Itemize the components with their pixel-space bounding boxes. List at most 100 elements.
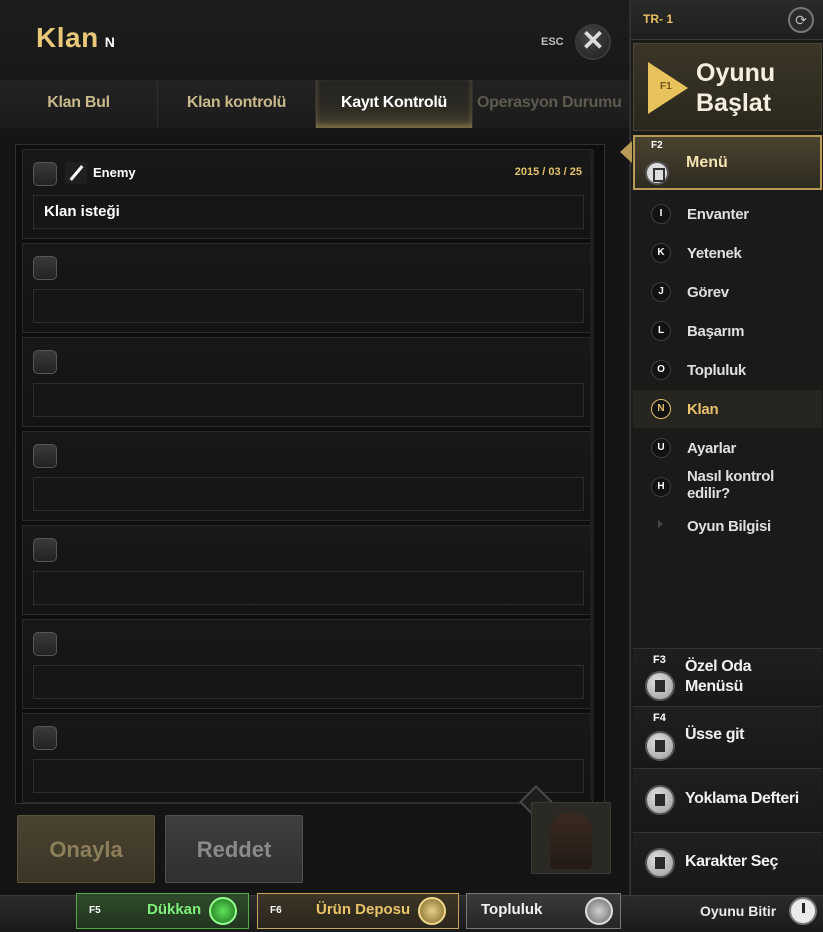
request-message: Klan isteği	[33, 195, 584, 229]
depot-icon	[418, 897, 446, 925]
esc-label: ESC	[541, 36, 564, 48]
menu-item-label: Envanter	[687, 206, 749, 223]
menu-item-label: Görev	[687, 284, 729, 301]
tab-bar: Klan Bul Klan kontrolü Kayıt Kontrolü Op…	[0, 80, 630, 128]
request-message	[33, 477, 584, 511]
menu-item-label: Yetenek	[687, 245, 742, 262]
request-message	[33, 665, 584, 699]
request-message	[33, 571, 584, 605]
select-character-button[interactable]: Karakter Seç	[633, 832, 822, 895]
start-label-line1: Oyunu	[696, 59, 776, 87]
hotkey-badge: U	[651, 438, 671, 458]
person-icon	[645, 848, 675, 878]
community-button[interactable]: Topluluk	[466, 893, 621, 929]
menu-item-achievement[interactable]: L Başarım	[633, 312, 822, 350]
tab-operation-status[interactable]: Operasyon Durumu	[473, 80, 630, 128]
tab-registration-control[interactable]: Kayıt Kontrolü	[316, 80, 473, 128]
tab-find-clan[interactable]: Klan Bul	[0, 80, 158, 128]
menu-item-mission[interactable]: J Görev	[633, 273, 822, 311]
request-checkbox[interactable]	[33, 162, 57, 186]
request-checkbox[interactable]	[33, 256, 57, 280]
menu-item-skill[interactable]: K Yetenek	[633, 234, 822, 272]
request-checkbox[interactable]	[33, 538, 57, 562]
clan-panel: Klan N ESC ✕ Klan Bul Klan kontrolü Kayıt…	[0, 0, 630, 895]
community-label: Topluluk	[481, 901, 543, 918]
hotkey-badge: O	[651, 360, 671, 380]
triangle-right-icon	[658, 520, 663, 528]
menu-item-clan[interactable]: N Klan	[633, 390, 822, 428]
attendance-button[interactable]: Yoklama Defteri	[633, 768, 822, 832]
reject-button[interactable]: Reddet	[165, 815, 303, 883]
request-checkbox[interactable]	[33, 350, 57, 374]
request-message	[33, 383, 584, 417]
request-date: 2015 / 03 / 25	[514, 166, 582, 178]
panel-title-text: Klan	[36, 22, 99, 53]
power-icon[interactable]	[789, 897, 817, 925]
request-row	[22, 713, 593, 803]
shop-icon	[209, 897, 237, 925]
request-row	[22, 243, 593, 333]
hotkey-badge: I	[651, 204, 671, 224]
request-message	[33, 759, 584, 793]
refresh-icon[interactable]: ⟳	[788, 7, 814, 33]
panel-title: Klan N	[36, 22, 115, 54]
request-row: Enemy 2015 / 03 / 25 Klan isteği	[22, 149, 593, 239]
menu-item-label: Oyun Bilgisi	[687, 518, 771, 535]
menu-item-label: Topluluk	[687, 362, 746, 379]
menu-item-label: Ayarlar	[687, 440, 737, 457]
menu-item-game-info[interactable]: Oyun Bilgisi	[633, 507, 822, 545]
menu-icon	[645, 161, 669, 185]
community-icon	[585, 897, 613, 925]
approve-button[interactable]: Onayla	[17, 815, 155, 883]
menu-button[interactable]: F2 Menü	[633, 135, 822, 190]
depot-button[interactable]: F6 Ürün Deposu	[257, 893, 459, 929]
depot-label: Ürün Deposu	[316, 901, 411, 918]
private-room-button[interactable]: F3 Özel Oda Menüsü	[633, 648, 822, 706]
start-label-line2: Başlat	[696, 89, 772, 117]
request-checkbox[interactable]	[33, 444, 57, 468]
private-room-icon	[645, 671, 675, 701]
base-hotkey: F4	[653, 712, 666, 724]
request-checkbox[interactable]	[33, 726, 57, 750]
exit-game-label[interactable]: Oyunu Bitir	[700, 903, 776, 919]
request-row	[22, 431, 593, 521]
private-room-label: Özel Oda Menüsü	[685, 657, 752, 697]
start-game-button[interactable]: F1 Oyunu Başlat	[633, 43, 822, 131]
private-room-label-line2: Menüsü	[685, 678, 744, 695]
menu-hotkey: F2	[651, 140, 663, 151]
server-label: TR- 1	[643, 12, 673, 26]
shop-button[interactable]: F5 Dükkan	[76, 893, 249, 929]
character-portrait	[531, 802, 611, 874]
book-icon	[645, 785, 675, 815]
menu-item-how-to-control[interactable]: H Nasıl kontrol edilir?	[633, 468, 822, 506]
menu-label: Menü	[686, 154, 728, 171]
tab-clan-control[interactable]: Klan kontrolü	[158, 80, 316, 128]
hotkey-badge: L	[651, 321, 671, 341]
avatar	[550, 813, 592, 869]
server-bar: TR- 1 ⟳	[631, 0, 823, 40]
request-checkbox[interactable]	[33, 632, 57, 656]
go-to-base-button[interactable]: F4 Üsse git	[633, 706, 822, 768]
request-row	[22, 619, 593, 709]
menu-item-inventory[interactable]: I Envanter	[633, 195, 822, 233]
side-menu: TR- 1 ⟳ F1 Oyunu Başlat F2 Menü I Envant…	[630, 0, 823, 895]
menu-item-label: Klan	[687, 401, 719, 418]
hotkey-badge: H	[651, 477, 671, 497]
menu-pointer-arrow	[620, 141, 632, 163]
building-icon	[645, 731, 675, 761]
menu-item-settings[interactable]: U Ayarlar	[633, 429, 822, 467]
start-label: Oyunu Başlat	[696, 58, 775, 118]
menu-item-community[interactable]: O Topluluk	[633, 351, 822, 389]
menu-item-label: Nasıl kontrol edilir?	[687, 468, 774, 502]
depot-hotkey: F6	[270, 905, 282, 916]
list-scrollbar[interactable]	[590, 150, 594, 800]
hotkey-badge: N	[651, 399, 671, 419]
hotkey-badge: K	[651, 243, 671, 263]
close-icon[interactable]: ✕	[575, 24, 611, 60]
request-list: Enemy 2015 / 03 / 25 Klan isteği	[15, 144, 605, 804]
request-row	[22, 525, 593, 615]
panel-title-hotkey: N	[104, 34, 116, 50]
base-label: Üsse git	[685, 726, 745, 743]
pencil-icon	[65, 162, 87, 184]
start-hotkey: F1	[660, 81, 672, 92]
